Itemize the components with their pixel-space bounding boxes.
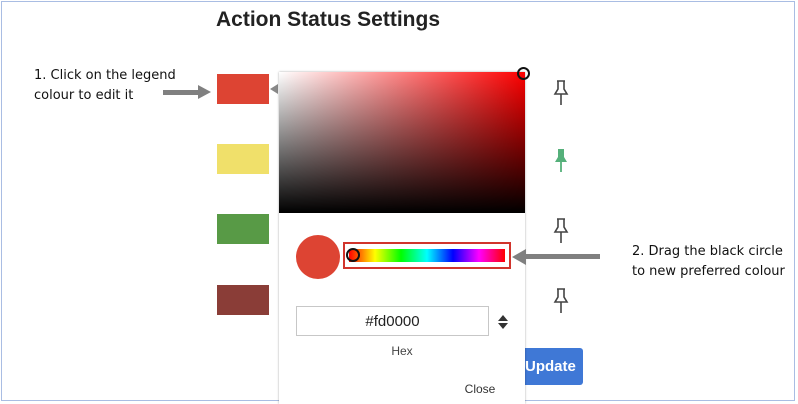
swatch-selected-indicator: [270, 84, 278, 94]
update-button[interactable]: Update: [515, 348, 583, 385]
legend-swatch-3[interactable]: [217, 214, 269, 244]
annotation-arrow-1-head: [198, 85, 211, 99]
annotation-step-2-line-1: 2. Drag the black circle: [632, 244, 783, 259]
annotation-arrow-1-shaft: [163, 90, 199, 95]
annotation-arrow-2-head: [512, 249, 526, 265]
page-title: Action Status Settings: [216, 8, 441, 31]
pin-icon[interactable]: [553, 80, 569, 106]
annotation-step-1: 1. Click on the legend colour to edit it: [34, 66, 176, 106]
annotation-arrow-2-shaft: [525, 254, 600, 259]
pin-icon[interactable]: [553, 288, 569, 314]
color-picker-popup: Hex Close: [279, 67, 530, 404]
annotation-step-1-line-1: 1. Click on the legend: [34, 68, 176, 83]
pin-active-icon[interactable]: [553, 148, 569, 174]
color-preview-swatch: [296, 235, 340, 279]
pin-icon[interactable]: [553, 218, 569, 244]
legend-swatch-1[interactable]: [217, 74, 269, 104]
close-button[interactable]: Close: [454, 379, 506, 399]
format-toggle-icon[interactable]: [497, 314, 509, 330]
annotation-step-1-line-2: colour to edit it: [34, 88, 134, 103]
annotation-step-2-line-2: to new preferred colour: [632, 264, 785, 279]
legend-swatch-4[interactable]: [217, 285, 269, 315]
legend-swatch-2[interactable]: [217, 144, 269, 174]
saturation-handle[interactable]: [517, 67, 530, 80]
hue-slider-highlight: [343, 242, 511, 269]
hex-input[interactable]: [296, 306, 489, 336]
hue-slider-handle[interactable]: [346, 248, 360, 262]
annotation-step-2: 2. Drag the black circle to new preferre…: [632, 242, 785, 282]
saturation-value-area[interactable]: [279, 72, 525, 213]
hex-format-label: Hex: [391, 344, 413, 358]
hue-slider[interactable]: [349, 249, 505, 262]
